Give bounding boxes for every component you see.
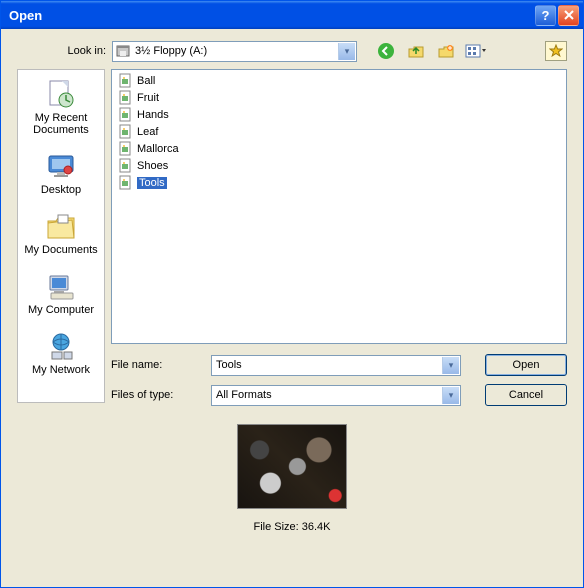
image-file-icon [118,141,134,157]
place-label: My Documents [21,244,101,256]
file-item-label: Ball [137,75,155,87]
file-name-combo[interactable]: Tools ▾ [211,355,461,376]
place-my-documents[interactable]: My Documents [21,206,101,264]
title-bar: Open ? [1,1,583,29]
open-dialog: Open ? Look in: 3½ Floppy (A:) ▾ [0,0,584,588]
file-item-label: Shoes [137,160,168,172]
close-button[interactable] [558,5,579,26]
image-file-icon [118,73,134,89]
file-item[interactable]: Leaf [116,123,562,140]
look-in-dropdown-button[interactable]: ▾ [338,43,355,60]
new-folder-button[interactable] [435,40,457,62]
chevron-down-icon: ▾ [345,46,350,57]
file-name-value: Tools [216,359,242,371]
toolbar-icons [375,40,487,62]
file-type-dropdown-button[interactable]: ▾ [442,387,459,404]
file-item[interactable]: Fruit [116,89,562,106]
file-item[interactable]: Hands [116,106,562,123]
file-item[interactable]: Tools [116,174,562,191]
place-recent-documents[interactable]: My Recent Documents [21,74,101,144]
look-in-combo[interactable]: 3½ Floppy (A:) ▾ [112,41,357,62]
file-size-label: File Size: 36.4K [253,521,330,533]
file-type-combo[interactable]: All Formats ▾ [211,385,461,406]
file-name-label: File name: [111,359,211,371]
my-computer-icon [21,270,101,304]
file-area: Ball Fruit Hands Leaf Mallorca Shoes Tools Fil… [111,69,567,406]
places-bar: My Recent Documents Desktop My Documents [17,69,105,403]
window-title: Open [9,8,533,23]
place-desktop[interactable]: Desktop [21,146,101,204]
file-item-label: Tools [137,177,167,189]
file-item[interactable]: Ball [116,72,562,89]
file-type-value: All Formats [216,389,272,401]
open-button[interactable]: Open [485,354,567,376]
look-in-label: Look in: [17,45,112,57]
file-type-label: Files of type: [111,389,211,401]
chevron-down-icon: ▾ [449,360,454,371]
file-name-dropdown-button[interactable]: ▾ [442,357,459,374]
my-network-icon [21,330,101,364]
favorites-button[interactable] [545,41,567,61]
place-label: My Recent Documents [21,112,101,136]
desktop-icon [21,150,101,184]
look-in-value: 3½ Floppy (A:) [135,45,207,57]
help-button[interactable]: ? [535,5,556,26]
cancel-button[interactable]: Cancel [485,384,567,406]
file-item-label: Hands [137,109,169,121]
file-list[interactable]: Ball Fruit Hands Leaf Mallorca Shoes Tools [111,69,567,344]
my-documents-icon [21,210,101,244]
recent-documents-icon [21,78,101,112]
place-my-network[interactable]: My Network [21,326,101,384]
file-item-label: Mallorca [137,143,179,155]
file-item[interactable]: Shoes [116,157,562,174]
fields-grid: File name: Tools ▾ Open Files of type: A… [111,354,567,406]
file-item-label: Leaf [137,126,158,138]
dialog-body: Look in: 3½ Floppy (A:) ▾ [1,29,583,587]
image-file-icon [118,124,134,140]
up-one-level-button[interactable] [405,40,427,62]
main-row: My Recent Documents Desktop My Documents [17,69,567,406]
image-file-icon [118,158,134,174]
image-file-icon [118,90,134,106]
place-my-computer[interactable]: My Computer [21,266,101,324]
look-in-row: Look in: 3½ Floppy (A:) ▾ [17,39,567,63]
place-label: My Computer [21,304,101,316]
image-file-icon [118,107,134,123]
place-label: Desktop [21,184,101,196]
floppy-icon [115,43,131,59]
file-item-label: Fruit [137,92,159,104]
place-label: My Network [21,364,101,376]
file-item[interactable]: Mallorca [116,140,562,157]
preview-thumbnail [237,424,347,509]
views-button[interactable] [465,40,487,62]
chevron-down-icon: ▾ [449,390,454,401]
image-file-icon [118,175,134,191]
back-button[interactable] [375,40,397,62]
preview-area: File Size: 36.4K [17,424,567,533]
